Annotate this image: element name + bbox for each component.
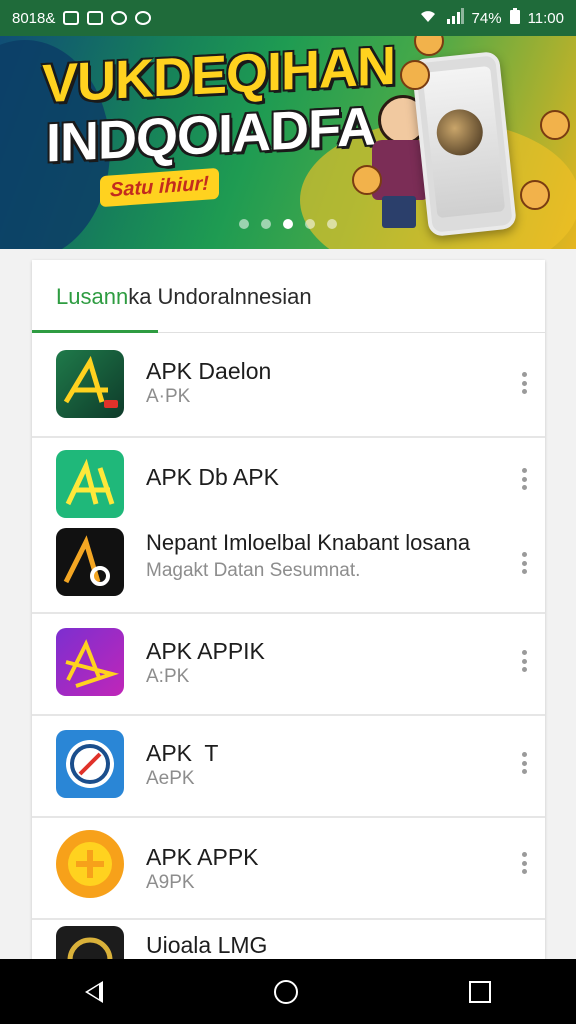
app-icon	[56, 830, 124, 898]
section-title-rest: ka Undoralnnesian	[128, 284, 312, 309]
small-avatar-illustration	[540, 110, 570, 140]
list-item[interactable]: APK Db APK Nepant Imloelbal Knabant losa…	[32, 436, 545, 614]
app-icon	[56, 450, 124, 518]
app-subtitle: A9PK	[146, 872, 195, 893]
notification-icon	[87, 11, 104, 25]
list-item[interactable]: Uioala LMG	[32, 918, 545, 960]
carousel-indicator	[0, 219, 576, 229]
status-carrier-text: 8018&	[12, 9, 56, 27]
promo-banner[interactable]: VUKDEQIHAN INDQOIADFA Satu ihiur!	[0, 0, 576, 249]
app-subtitle: A·PK	[146, 386, 191, 407]
carousel-dot-active[interactable]	[283, 219, 293, 229]
notification-icon	[63, 11, 80, 25]
app-name: APK Db APK	[146, 464, 279, 490]
app-icon	[56, 730, 124, 798]
carousel-dot[interactable]	[239, 219, 249, 229]
more-options-icon[interactable]	[521, 752, 527, 774]
app-name: APK APPK	[146, 844, 259, 870]
signal-icon	[446, 8, 464, 28]
list-item[interactable]: APK APPIK A:PK	[32, 612, 545, 716]
notification-icon	[135, 11, 152, 25]
app-icon	[56, 350, 124, 418]
home-icon[interactable]	[273, 979, 298, 1004]
list-item[interactable]: APK Daelon A·PK	[32, 332, 545, 438]
app-subtitle: Magakt Datan Sesumnat.	[146, 560, 361, 581]
app-icon	[56, 528, 124, 596]
app-icon	[56, 628, 124, 696]
app-name: Nepant Imloelbal Knabant losana	[146, 530, 471, 555]
section-header: Lusannka Undoralnnesian	[32, 260, 545, 333]
more-options-icon[interactable]	[521, 552, 527, 574]
app-name: Uioala LMG	[146, 932, 268, 958]
more-options-icon[interactable]	[521, 650, 527, 672]
system-navigation-bar	[0, 959, 576, 1024]
app-icon	[56, 926, 124, 960]
small-avatar-illustration	[352, 165, 382, 195]
battery-icon	[509, 8, 520, 28]
small-avatar-illustration	[400, 60, 430, 90]
section-title[interactable]: Lusannka Undoralnnesian	[56, 284, 312, 310]
wifi-icon	[418, 8, 438, 28]
carousel-dot[interactable]	[261, 219, 271, 229]
list-item[interactable]: APK T AePK	[32, 714, 545, 818]
app-name: APK T	[146, 740, 219, 766]
app-subtitle: AePK	[146, 768, 195, 789]
back-icon[interactable]	[85, 980, 104, 1003]
banner-subtitle: Satu ihiur!	[100, 167, 219, 208]
small-avatar-illustration	[520, 180, 550, 210]
list-item[interactable]: APK APPK A9PK	[32, 816, 545, 920]
status-bar: 8018& 74% 11:00	[0, 0, 576, 36]
clock: 11:00	[527, 9, 564, 27]
section-title-accent: Lusann	[56, 284, 129, 309]
app-name: APK APPIK	[146, 638, 265, 664]
more-options-icon[interactable]	[521, 852, 527, 874]
carousel-dot[interactable]	[327, 219, 337, 229]
recent-apps-icon[interactable]	[468, 980, 491, 1003]
app-name: APK Daelon	[146, 358, 272, 384]
notification-icon	[111, 11, 128, 25]
app-list-card: Lusannka Undoralnnesian APK Daelon A·PK …	[32, 260, 545, 960]
app-subtitle: A:PK	[146, 666, 190, 687]
more-options-icon[interactable]	[521, 468, 527, 490]
battery-percent: 74%	[471, 9, 502, 27]
carousel-dot[interactable]	[305, 219, 315, 229]
more-options-icon[interactable]	[521, 372, 527, 394]
